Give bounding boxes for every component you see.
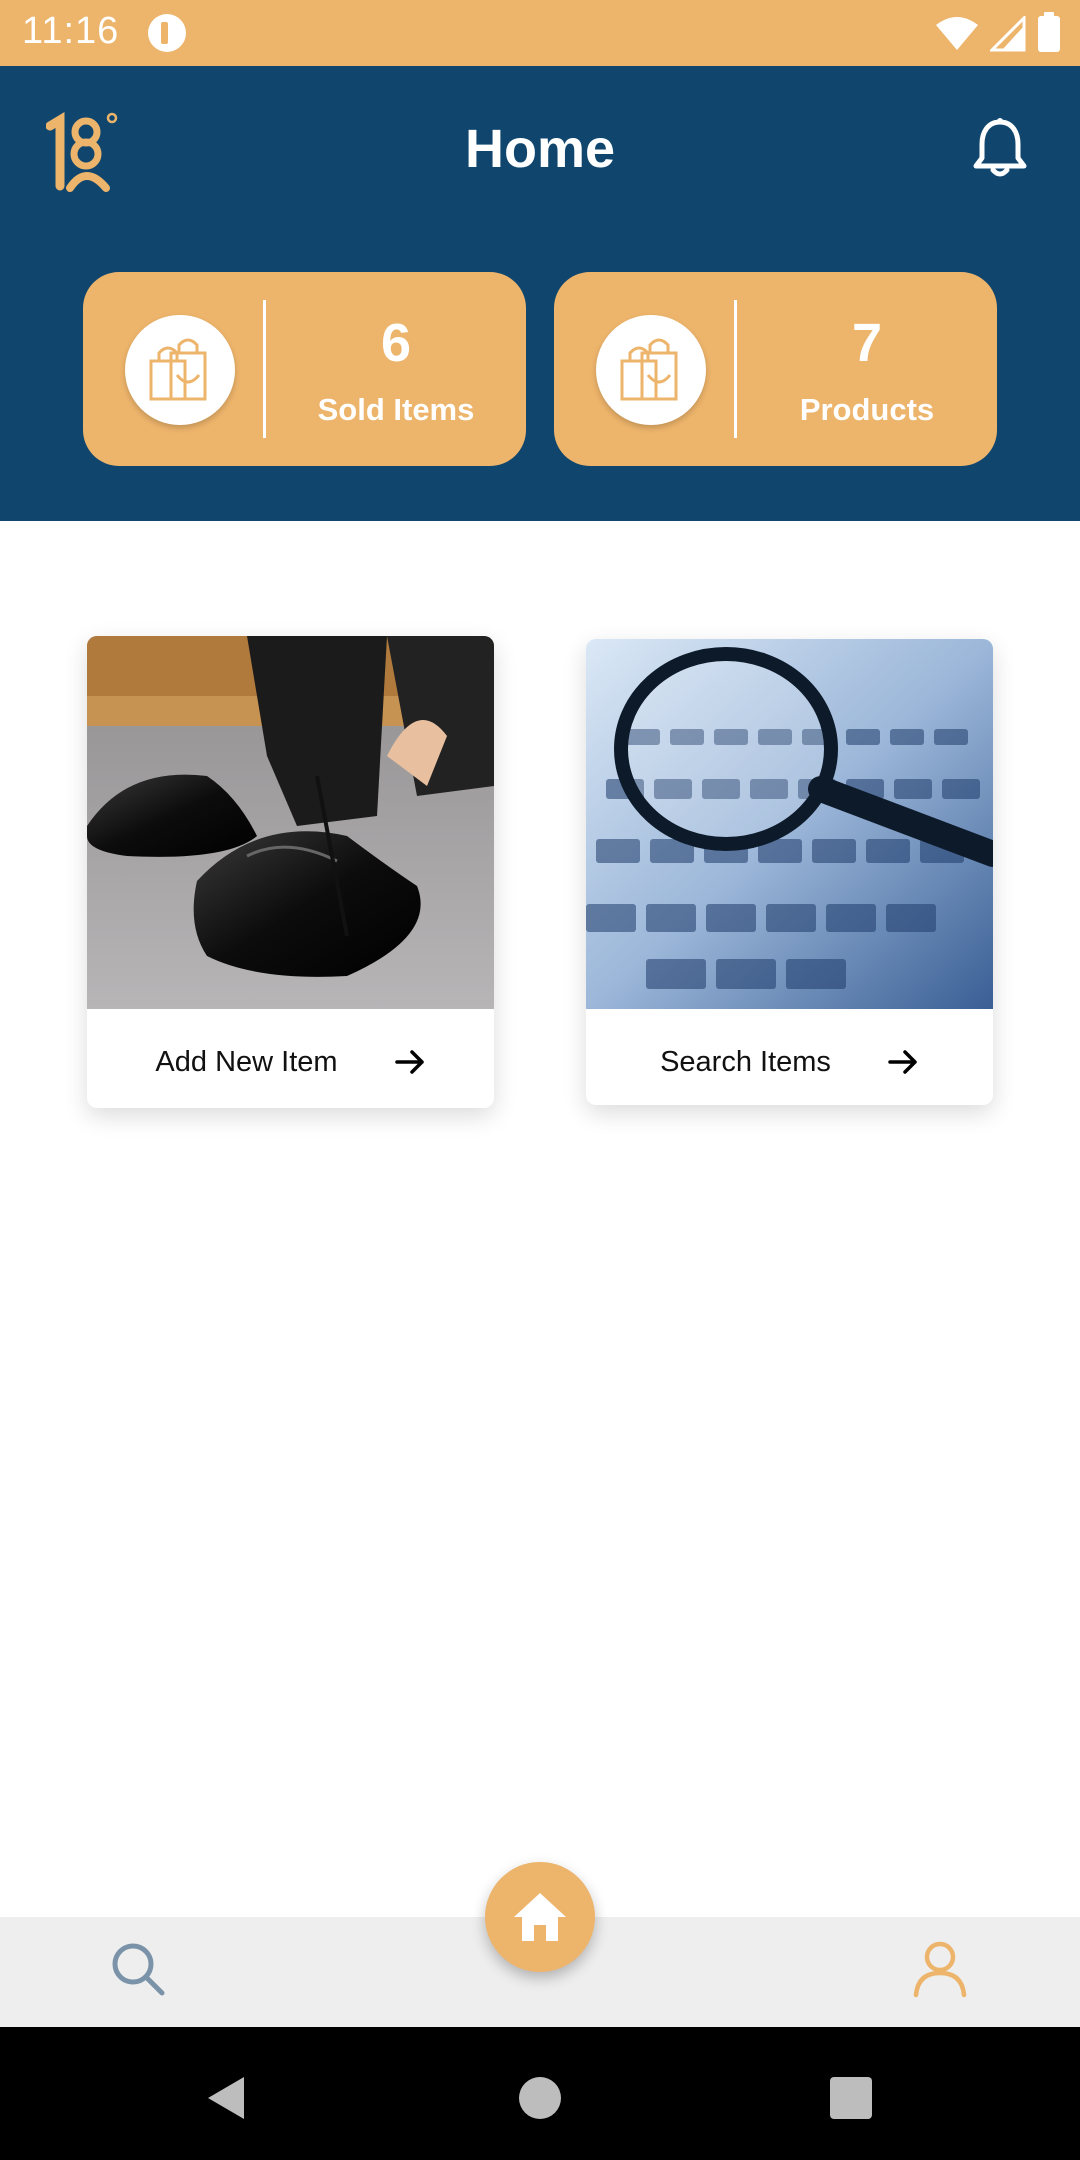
shopping-bags-icon bbox=[620, 338, 678, 401]
sold-items-label: Sold Items bbox=[317, 392, 475, 427]
back-icon[interactable] bbox=[204, 2075, 248, 2121]
stat-icon-container bbox=[125, 315, 235, 425]
status-time: 11:16 bbox=[22, 10, 120, 52]
app-header: Home 6 Sold Items 7 Products bbox=[0, 66, 1080, 521]
search-items-card[interactable]: Search Items bbox=[586, 639, 993, 1105]
page-title: Home bbox=[464, 119, 616, 179]
shoes-photo bbox=[87, 636, 494, 1009]
home-button[interactable] bbox=[485, 1862, 595, 1972]
arrow-right-icon bbox=[888, 1050, 917, 1074]
sold-items-count: 6 bbox=[380, 313, 412, 373]
status-bar: 11:16 bbox=[0, 0, 1080, 66]
add-new-item-card[interactable]: Add New Item bbox=[87, 636, 494, 1108]
bell-icon[interactable] bbox=[970, 116, 1030, 180]
home-icon bbox=[514, 1893, 566, 1941]
search-items-footer[interactable]: Search Items bbox=[586, 1014, 993, 1105]
search-items-label: Search Items bbox=[660, 1045, 831, 1078]
products-count: 7 bbox=[851, 313, 883, 373]
wifi-icon bbox=[936, 17, 978, 50]
recents-button[interactable] bbox=[830, 2077, 872, 2119]
battery-icon bbox=[1038, 12, 1060, 52]
system-navigation-bar bbox=[0, 2027, 1080, 2160]
status-icons bbox=[936, 12, 1060, 54]
profile-icon[interactable] bbox=[910, 1939, 970, 1999]
search-icon[interactable] bbox=[108, 1939, 168, 1999]
app-notification-icon bbox=[148, 14, 186, 52]
products-card[interactable]: 7 Products bbox=[554, 272, 997, 466]
system-home-button[interactable] bbox=[519, 2077, 561, 2119]
stat-icon-container bbox=[596, 315, 706, 425]
products-label: Products bbox=[799, 392, 935, 427]
add-new-item-label: Add New Item bbox=[155, 1045, 338, 1078]
shopping-bags-icon bbox=[149, 338, 207, 401]
magnifier-keyboard-photo bbox=[586, 639, 993, 1009]
add-new-item-footer[interactable]: Add New Item bbox=[87, 1014, 494, 1108]
arrow-right-icon bbox=[394, 1050, 424, 1074]
signal-icon bbox=[990, 16, 1026, 52]
sold-items-card[interactable]: 6 Sold Items bbox=[83, 272, 526, 466]
